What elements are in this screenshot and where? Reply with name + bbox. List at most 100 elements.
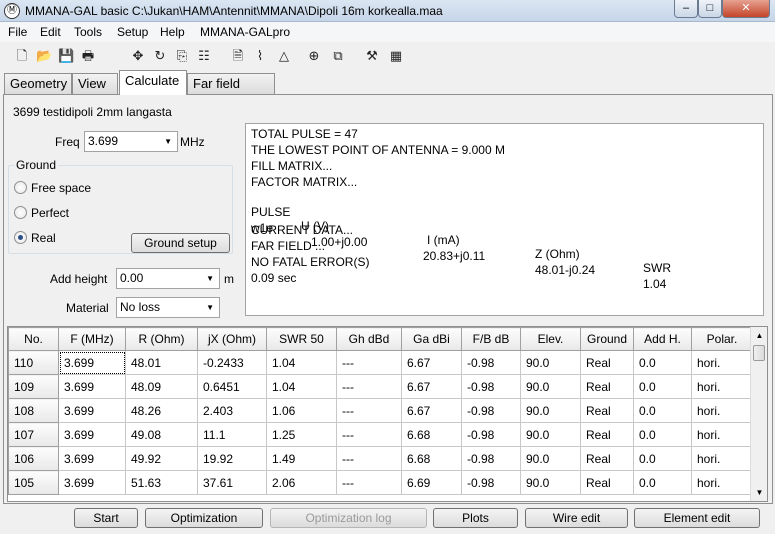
table-cell[interactable]: Real [580,350,634,375]
menu-setup[interactable]: Setup [117,25,148,39]
open-folder-icon[interactable]: 📂 [36,48,52,64]
menu-file[interactable]: File [8,25,27,39]
table-cell[interactable]: 3.699 [58,398,126,423]
table-cell[interactable]: --- [336,422,402,447]
wire-edit-button[interactable]: Wire edit [525,508,628,528]
table-row[interactable]: 108 3.699 48.26 2.403 1.06 --- 6.67 -0.9… [8,398,753,423]
table-cell[interactable]: 2.403 [197,398,267,423]
table-cell[interactable]: 0.6451 [197,374,267,399]
table-row[interactable]: 107 3.699 49.08 11.1 1.25 --- 6.68 -0.98… [8,422,753,447]
table-cell[interactable]: 2.06 [266,470,337,495]
table-row[interactable]: 106 3.699 49.92 19.92 1.49 --- 6.68 -0.9… [8,446,753,471]
save-icon[interactable]: 💾 [58,48,74,64]
table-cell[interactable]: hori. [691,350,753,375]
column-header[interactable]: Add H. [633,327,692,351]
table-cell[interactable]: 0.0 [633,398,692,423]
table-cell[interactable]: 48.09 [125,374,198,399]
copy-edit-icon[interactable]: ⎘ [174,48,190,64]
close-button[interactable]: ✕ [722,0,770,18]
table-cell[interactable]: 51.63 [125,470,198,495]
move-icon[interactable]: ✥ [130,48,146,64]
tab-geometry[interactable]: Geometry [4,73,72,94]
column-header[interactable]: F (MHz) [58,327,126,351]
element-edit-button[interactable]: Element edit [634,508,760,528]
table-cell[interactable]: --- [336,470,402,495]
radio-free-space[interactable] [14,181,27,194]
minimize-button[interactable]: – [674,0,698,18]
duplicate-icon[interactable]: ⧉ [330,48,346,64]
chevron-down-icon[interactable]: ▼ [206,269,214,288]
table-cell[interactable]: 0.0 [633,374,692,399]
column-header[interactable]: No. [8,327,59,351]
table-cell[interactable]: hori. [691,374,753,399]
column-header[interactable]: Polar. [691,327,753,351]
table-cell[interactable]: -0.98 [461,398,521,423]
column-header[interactable]: Gh dBd [336,327,402,351]
table-cell[interactable]: hori. [691,422,753,447]
menu-tools[interactable]: Tools [74,25,102,39]
print-icon[interactable]: 🖶 [80,48,96,64]
scroll-thumb[interactable] [753,345,765,361]
table-cell[interactable]: 3.699 [58,350,126,375]
scroll-down-icon[interactable]: ▼ [751,484,767,501]
curve-icon[interactable]: ⌇ [252,48,268,64]
plots-button[interactable]: Plots [433,508,518,528]
table-cell[interactable]: Real [580,446,634,471]
table-cell[interactable]: --- [336,398,402,423]
table-cell[interactable]: 6.67 [401,374,462,399]
table-cell[interactable]: Real [580,398,634,423]
column-header[interactable]: SWR 50 [266,327,337,351]
menu-mmana-galpro[interactable]: MMANA-GALpro [200,25,290,39]
table-cell[interactable]: 6.67 [401,398,462,423]
table-cell[interactable]: 6.69 [401,470,462,495]
add-height-input[interactable]: 0.00 ▼ [116,268,220,289]
radio-real[interactable] [14,231,27,244]
table-cell[interactable]: 0.0 [633,470,692,495]
table-cell[interactable]: 90.0 [520,446,581,471]
table-cell[interactable]: --- [336,374,402,399]
chevron-down-icon[interactable]: ▼ [206,298,214,317]
rotate-icon[interactable]: ↻ [152,48,168,64]
freq-input[interactable]: 3.699 ▼ [84,131,178,152]
results-table[interactable]: No. F (MHz) R (Ohm) jX (Ohm) SWR 50 Gh d… [7,326,768,502]
optimization-button[interactable]: Optimization [145,508,263,528]
radio-perfect[interactable] [14,206,27,219]
table-cell[interactable]: 0.0 [633,350,692,375]
table-cell[interactable]: 3.699 [58,446,126,471]
column-header[interactable]: Ga dBi [401,327,462,351]
table-cell[interactable]: 3.699 [58,422,126,447]
calculation-log[interactable]: TOTAL PULSE = 47 THE LOWEST POINT OF ANT… [245,123,764,316]
table-row[interactable]: 110 3.699 48.01 -0.2433 1.04 --- 6.67 -0… [8,350,753,375]
table-cell[interactable]: -0.98 [461,350,521,375]
menu-edit[interactable]: Edit [40,25,61,39]
tools-icon[interactable]: ⚒ [364,48,380,64]
table-row[interactable]: 105 3.699 51.63 37.61 2.06 --- 6.69 -0.9… [8,470,753,495]
table-cell[interactable]: 49.08 [125,422,198,447]
tab-calculate[interactable]: Calculate [119,70,187,95]
start-button[interactable]: Start [74,508,138,528]
table-cell[interactable]: 90.0 [520,398,581,423]
target-icon[interactable]: ⊕ [306,48,322,64]
table-cell[interactable]: hori. [691,398,753,423]
table-cell[interactable]: 6.67 [401,350,462,375]
table-cell[interactable]: hori. [691,470,753,495]
table-cell[interactable]: 6.68 [401,446,462,471]
table-vertical-scrollbar[interactable]: ▲ ▼ [750,327,767,501]
chevron-down-icon[interactable]: ▼ [164,132,172,151]
table-cell[interactable]: Real [580,374,634,399]
table-cell[interactable]: 1.04 [266,350,337,375]
table-cell[interactable]: 1.49 [266,446,337,471]
table-row[interactable]: 109 3.699 48.09 0.6451 1.04 --- 6.67 -0.… [8,374,753,399]
table-cell[interactable]: 48.26 [125,398,198,423]
material-select[interactable]: No loss ▼ [116,297,220,318]
table-cell[interactable]: 0.0 [633,422,692,447]
table-cell[interactable]: 3.699 [58,374,126,399]
table-cell[interactable]: -0.98 [461,446,521,471]
table-cell[interactable]: --- [336,350,402,375]
table-cell[interactable]: Real [580,470,634,495]
table-cell[interactable]: --- [336,446,402,471]
table-cell[interactable]: 1.25 [266,422,337,447]
table-cell[interactable]: -0.2433 [197,350,267,375]
table-cell[interactable]: 49.92 [125,446,198,471]
table-cell[interactable]: 1.06 [266,398,337,423]
